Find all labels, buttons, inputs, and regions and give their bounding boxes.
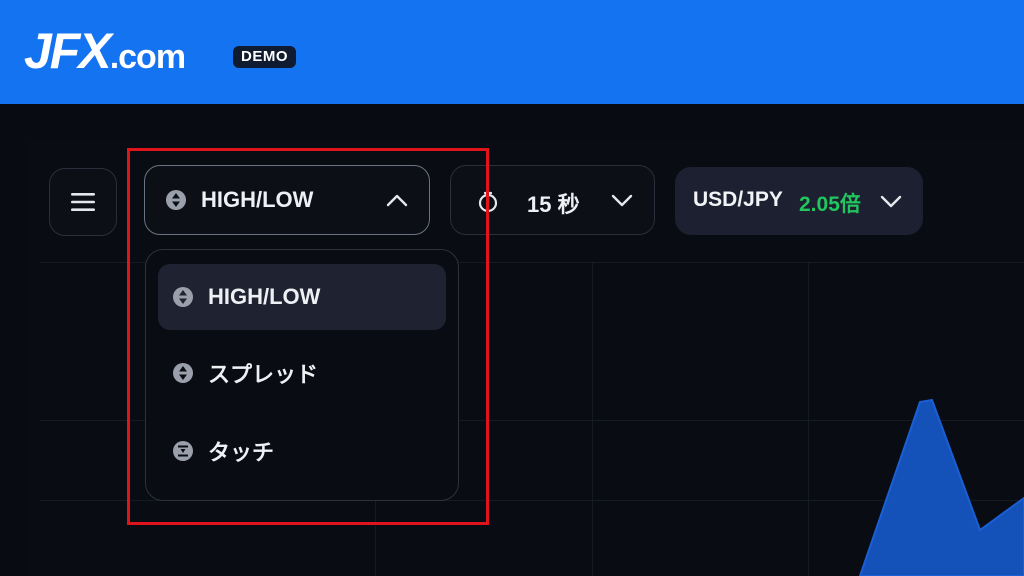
payout-multiplier: 2.05倍 [799, 193, 861, 216]
duration-label: 15 秒 [527, 192, 580, 217]
grid-line [592, 262, 593, 576]
price-area [858, 398, 1024, 576]
logo-main: JFX [24, 23, 112, 79]
hamburger-icon [71, 193, 95, 211]
app-header: JFX .com DEMO [0, 0, 1024, 104]
annotation-highlight-box [127, 148, 489, 525]
chevron-down-icon [880, 195, 902, 208]
jfx-logo[interactable]: JFX .com [24, 22, 186, 80]
price-chart [858, 398, 1024, 576]
logo-suffix: .com [109, 38, 186, 76]
currency-pair-selector[interactable]: USD/JPY 2.05倍 [675, 167, 923, 235]
currency-pair-label: USD/JPY [693, 188, 783, 211]
demo-badge: DEMO [233, 46, 296, 68]
grid-line [808, 262, 809, 576]
chevron-down-icon [611, 194, 633, 207]
menu-button[interactable] [49, 168, 117, 236]
